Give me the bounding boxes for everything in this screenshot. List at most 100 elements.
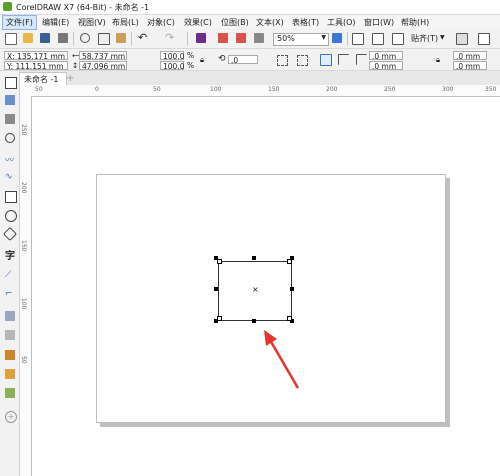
ruler-tick-label: 150 — [268, 86, 280, 93]
open-folder-icon[interactable] — [23, 33, 33, 43]
menu-text[interactable]: 文本(X) — [256, 17, 284, 28]
pick-tool-icon[interactable] — [5, 77, 17, 89]
ruler-tick-label: 50 — [35, 86, 43, 93]
publish-pdf-icon[interactable] — [254, 33, 264, 43]
menu-help[interactable]: 帮助(H) — [401, 17, 429, 28]
horizontal-ruler[interactable]: 50 0 50 100 150 200 250 300 350 — [20, 85, 500, 97]
ruler-tick-label: 50 — [153, 86, 161, 93]
menu-object[interactable]: 对象(C) — [147, 17, 175, 28]
corner-node[interactable] — [217, 259, 222, 264]
show-grid-icon[interactable] — [372, 33, 384, 45]
export-icon[interactable] — [236, 33, 246, 43]
round-corner-icon[interactable] — [320, 54, 332, 66]
object-height-field[interactable]: 47.096 mm — [79, 61, 127, 71]
window-title: CorelDRAW X7 (64-Bit) - 未命名 -1 — [16, 3, 150, 12]
drop-shadow-tool-icon[interactable] — [5, 311, 15, 321]
search-content-icon[interactable] — [196, 33, 206, 43]
ruler-tick-label: 200 — [20, 182, 27, 194]
mirror-vertical-icon[interactable] — [297, 55, 308, 66]
copy-icon[interactable] — [98, 33, 110, 45]
menu-tools[interactable]: 工具(O) — [327, 17, 356, 28]
selection-handle-left[interactable] — [214, 287, 218, 291]
corner-node[interactable] — [287, 259, 292, 264]
customize-toolbox-icon[interactable]: + — [5, 411, 17, 423]
text-tool-icon[interactable]: 字 — [5, 247, 15, 262]
lock-corners-icon[interactable]: 🔒︎ — [436, 55, 440, 65]
show-guidelines-icon[interactable] — [392, 33, 404, 45]
corner-node[interactable] — [287, 316, 292, 321]
application-launcher-icon[interactable] — [478, 33, 490, 45]
position-y-field[interactable]: Y: 111.151 mm — [4, 61, 68, 71]
ellipse-tool-icon[interactable] — [5, 210, 17, 222]
menu-edit[interactable]: 编辑(E) — [42, 17, 69, 28]
full-screen-preview-icon[interactable] — [332, 33, 342, 43]
chamfered-corner-icon[interactable] — [356, 54, 367, 65]
chevron-down-icon[interactable]: ▼ — [440, 34, 445, 41]
zoom-level-dropdown[interactable]: 50% ▼ — [273, 33, 329, 46]
zoom-level-value: 50% — [277, 34, 295, 43]
menu-file[interactable]: 文件(F) — [2, 15, 37, 30]
redo-icon[interactable]: ↷ — [165, 31, 175, 44]
selection-handle-top[interactable] — [252, 256, 256, 260]
menu-layout[interactable]: 布局(L) — [112, 17, 139, 28]
ruler-tick-label: 150 — [20, 240, 27, 252]
corner-radius-top-right-field[interactable]: .0 mm — [453, 51, 487, 61]
transparency-tool-icon[interactable] — [5, 330, 15, 340]
save-icon[interactable] — [40, 33, 50, 43]
object-width-field[interactable]: 58.737 mm — [79, 51, 127, 61]
color-eyedropper-tool-icon[interactable] — [5, 350, 15, 360]
undo-icon[interactable]: ↶ — [138, 31, 148, 44]
cut-icon[interactable] — [80, 33, 90, 43]
corner-radius-bottom-left-field[interactable]: .0 mm — [369, 61, 403, 71]
vertical-ruler[interactable]: 250 200 150 100 50 — [20, 96, 32, 476]
crop-tool-icon[interactable] — [5, 114, 15, 124]
options-icon[interactable] — [456, 33, 468, 45]
selection-handle-bottom[interactable] — [252, 319, 256, 323]
toolbox: 〰 ∿ 字 ⟋ ⌐ + — [0, 71, 20, 476]
scale-height-field[interactable]: 100.0 — [160, 61, 184, 71]
scalloped-corner-icon[interactable] — [338, 54, 349, 65]
menu-window[interactable]: 窗口(W) — [364, 17, 394, 28]
import-icon[interactable] — [218, 33, 228, 43]
shape-tool-icon[interactable] — [5, 95, 15, 105]
menu-bitmaps[interactable]: 位图(B) — [221, 17, 249, 28]
menu-view[interactable]: 视图(V) — [78, 17, 106, 28]
corner-radius-bottom-right-field[interactable]: .0 mm — [453, 61, 487, 71]
interactive-fill-tool-icon[interactable] — [5, 369, 15, 379]
ruler-tick-label: 100 — [20, 298, 27, 310]
selection-handle-right[interactable] — [290, 287, 294, 291]
smart-fill-tool-icon[interactable] — [5, 388, 15, 398]
ruler-tick-label: 0 — [95, 86, 99, 93]
percent-label: % — [187, 61, 195, 70]
connector-tool-icon[interactable]: ⌐ — [5, 289, 15, 299]
rotation-icon: ⟲ — [218, 54, 226, 64]
scale-width-field[interactable]: 100.0 — [160, 51, 184, 61]
mirror-horizontal-icon[interactable] — [277, 55, 288, 66]
parallel-dimension-tool-icon[interactable]: ⟋ — [5, 270, 15, 280]
ruler-tick-label: 300 — [442, 86, 454, 93]
rectangle-tool-icon[interactable] — [5, 191, 17, 203]
add-tab-button[interactable]: + — [66, 73, 74, 84]
position-x-field[interactable]: X: 135.171 mm — [4, 51, 68, 61]
print-icon[interactable] — [58, 33, 68, 43]
snap-to-button[interactable]: 贴齐(T) — [411, 33, 438, 44]
new-document-icon[interactable] — [5, 33, 17, 45]
height-icon: ↕ — [72, 61, 79, 70]
paste-icon[interactable] — [116, 33, 126, 43]
show-rulers-icon[interactable] — [352, 33, 364, 45]
menu-table[interactable]: 表格(T) — [292, 17, 319, 28]
menu-effects[interactable]: 效果(C) — [184, 17, 212, 28]
polygon-tool-icon[interactable] — [2, 226, 18, 242]
rotation-angle-field[interactable]: .0 — [228, 55, 258, 65]
document-tab[interactable]: 未命名 -1 — [19, 72, 67, 85]
ruler-tick-label: 200 — [326, 86, 338, 93]
corner-node[interactable] — [217, 316, 222, 321]
document-tab-label: 未命名 -1 — [24, 75, 59, 84]
zoom-tool-icon[interactable] — [5, 133, 15, 143]
chevron-down-icon: ▼ — [321, 34, 326, 41]
percent-label: % — [187, 51, 195, 60]
artistic-media-tool-icon[interactable]: ∿ — [5, 172, 15, 182]
lock-ratio-icon[interactable]: 🔒︎ — [200, 55, 204, 65]
corner-radius-top-left-field[interactable]: .0 mm — [369, 51, 403, 61]
freehand-tool-icon[interactable]: 〰 — [5, 153, 15, 166]
